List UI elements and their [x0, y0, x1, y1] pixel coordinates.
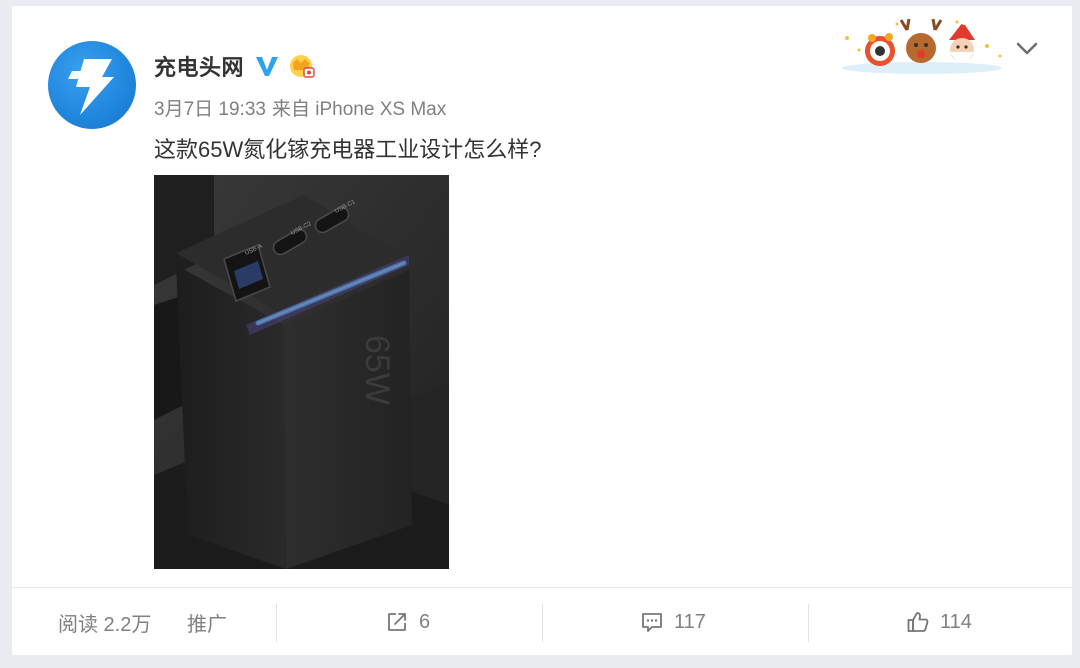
product-mark-65w: 65W	[358, 335, 396, 405]
verified-v-icon	[256, 57, 279, 76]
festive-decoration	[837, 16, 1007, 76]
repost-button[interactable]: 6	[385, 588, 430, 656]
author-avatar[interactable]	[48, 41, 136, 129]
repost-icon	[388, 613, 406, 631]
post-footer: 阅读 2.2万 推广 6 117 114	[12, 587, 1072, 656]
post-text: 这款65W氮化镓充电器工业设计怎么样?	[154, 137, 542, 162]
repost-count: 6	[419, 610, 431, 633]
divider	[276, 604, 277, 642]
promote-button[interactable]: 推广	[187, 588, 227, 656]
reads-count: 阅读 2.2万	[58, 588, 151, 656]
post-meta: 3月7日 19:33 来自 iPhone XS Max	[154, 94, 446, 121]
like-count: 114	[940, 610, 972, 633]
like-icon	[907, 612, 929, 632]
reindeer-sticker	[899, 18, 943, 63]
like-button[interactable]: 114	[906, 588, 972, 656]
post-source: 来自 iPhone XS Max	[271, 99, 447, 120]
weibo-post-card: 充电头网 3月7日 19:33 来自 iPhone XS Max 这款65W氮化…	[12, 6, 1072, 655]
author-row: 充电头网	[154, 50, 316, 82]
comment-button[interactable]: 117	[640, 588, 706, 656]
bolt-icon	[68, 59, 114, 115]
comment-icon	[642, 613, 662, 632]
promote-label: 推广	[187, 613, 227, 636]
weibo-eye-sticker	[865, 33, 895, 66]
crown-icon[interactable]	[288, 52, 316, 80]
post-image[interactable]: USB-A USB-C2 USB-C1 65W	[154, 175, 449, 569]
divider	[542, 604, 543, 642]
reads-label: 阅读 2.2万	[58, 613, 152, 636]
santa-sticker	[949, 19, 975, 63]
divider	[808, 604, 809, 642]
post-date[interactable]: 3月7日 19:33	[154, 94, 266, 121]
author-name[interactable]: 充电头网	[154, 50, 244, 82]
chevron-down-icon[interactable]	[1015, 40, 1039, 58]
comment-count: 117	[674, 610, 706, 633]
charger-photo: USB-A USB-C2 USB-C1 65W	[154, 175, 449, 569]
